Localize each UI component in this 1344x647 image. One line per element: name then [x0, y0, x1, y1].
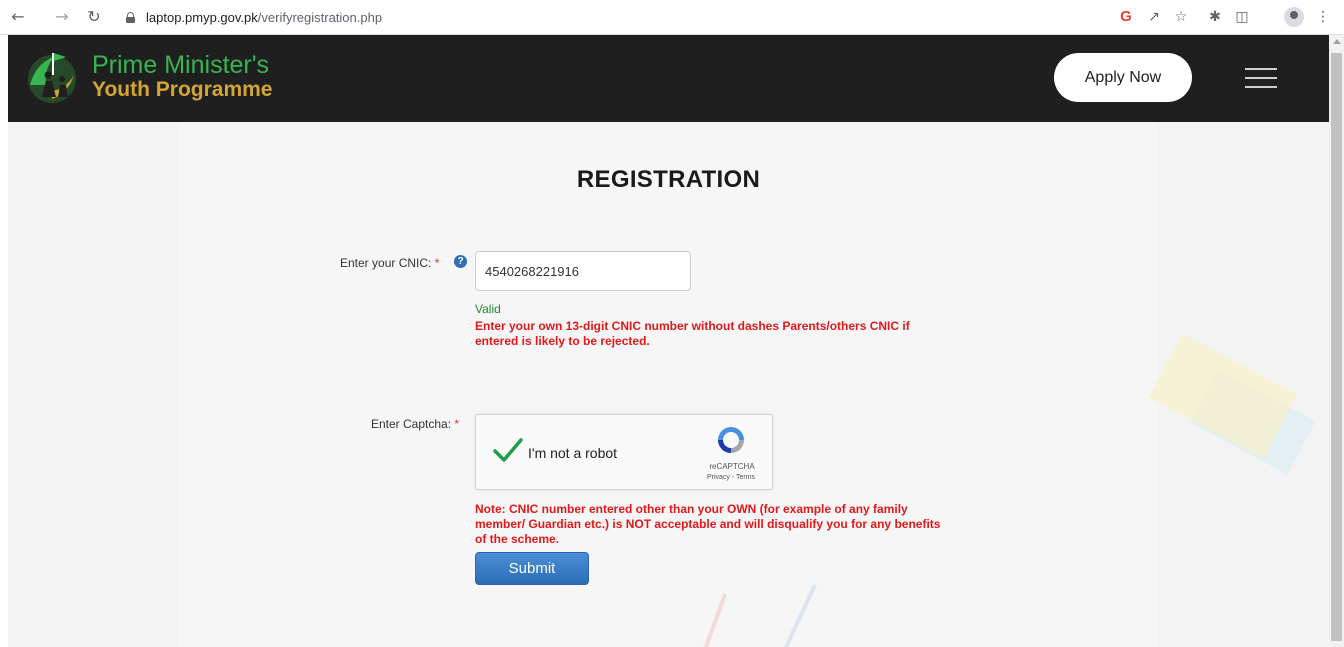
profile-avatar-icon[interactable] [1284, 7, 1304, 27]
note-line-3: of the scheme. [475, 532, 560, 546]
recaptcha-brand: reCAPTCHA [709, 462, 755, 471]
logo-title-line1: Prime Minister's [92, 51, 270, 79]
required-asterisk: * [434, 256, 440, 270]
apply-now-button[interactable]: Apply Now [1054, 53, 1192, 102]
registration-section: REGISTRATION Enter your CNIC: * ? Valid … [8, 122, 1329, 647]
content-panel [178, 122, 1158, 647]
google-lens-icon[interactable]: G [1117, 8, 1135, 26]
scroll-thumb[interactable] [1331, 53, 1342, 641]
hamburger-menu-icon[interactable] [1245, 68, 1277, 88]
recaptcha-label: I'm not a robot [528, 445, 618, 461]
cnic-label: Enter your CNIC: * [340, 256, 439, 270]
captcha-label: Enter Captcha: * [371, 417, 459, 431]
extensions-icon[interactable]: ✱ [1206, 8, 1224, 26]
pmyp-logo-icon[interactable] [22, 49, 84, 107]
cnic-input[interactable] [475, 251, 691, 291]
recaptcha-logo-icon [718, 427, 744, 453]
logo-title-line2: Youth Programme [92, 78, 273, 101]
recaptcha-privacy-terms-link[interactable]: Privacy - Terms [696, 474, 766, 481]
browser-toolbar: ← → ↻ laptop.pmyp.gov.pk/verifyregistrat… [0, 0, 1344, 35]
cnic-warning-line-2: entered is likely to be rejected. [475, 334, 650, 348]
url-path: /verifyregistration.php [257, 10, 383, 25]
reload-icon[interactable]: ↻ [84, 7, 104, 27]
cnic-label-text: Enter your CNIC: [340, 256, 432, 270]
help-icon[interactable]: ? [454, 255, 467, 268]
note-line-2: member/ Guardian etc.) is NOT acceptable… [475, 517, 941, 531]
more-menu-icon[interactable]: ⋮ [1314, 8, 1332, 26]
share-icon[interactable]: ↗ [1145, 8, 1163, 26]
arrow-left-icon[interactable]: ← [8, 7, 28, 27]
lock-icon[interactable] [126, 12, 135, 23]
recaptcha-widget[interactable]: I'm not a robot reCAPTCHA Privacy - Term… [475, 414, 773, 490]
cnic-warning-line-1: Enter your own 13-digit CNIC number with… [475, 319, 910, 333]
captcha-label-text: Enter Captcha: [371, 417, 452, 431]
side-panel-icon[interactable]: ◫ [1233, 8, 1251, 26]
site-header: Prime Minister's Youth Programme Apply N… [8, 35, 1329, 122]
required-asterisk: * [454, 417, 460, 431]
page-scrollbar[interactable] [1329, 35, 1344, 647]
submit-button[interactable]: Submit [475, 552, 589, 585]
page-title: REGISTRATION [576, 166, 761, 193]
arrow-right-icon[interactable]: → [52, 7, 72, 27]
url-host: laptop.pmyp.gov.pk [146, 10, 258, 25]
cnic-valid-status: Valid [475, 302, 501, 316]
note-line-1: Note: CNIC number entered other than you… [475, 502, 908, 516]
url-text: laptop.pmyp.gov.pk/verifyregistration.ph… [146, 10, 382, 25]
logo-text[interactable]: Prime Minister's Youth Programme [92, 52, 272, 102]
scroll-up-arrow-icon[interactable] [1333, 39, 1341, 44]
star-icon[interactable]: ☆ [1172, 8, 1190, 26]
checkmark-icon[interactable] [493, 437, 523, 463]
address-bar[interactable]: laptop.pmyp.gov.pk/verifyregistration.ph… [116, 4, 1126, 31]
